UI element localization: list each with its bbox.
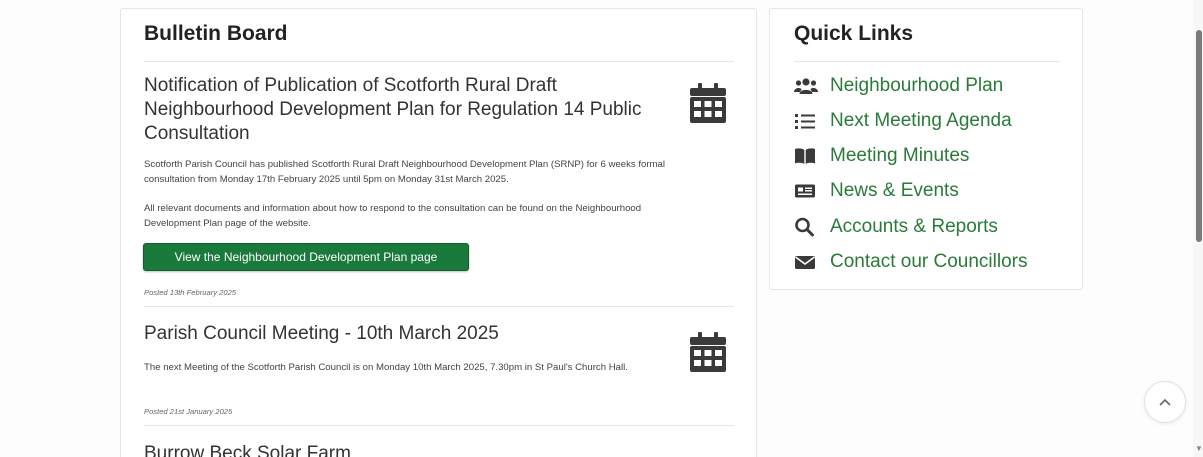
envelope-icon	[794, 251, 820, 273]
quick-links-panel: Quick Links Neighbourhood Plan Next Meet…	[769, 8, 1083, 290]
view-neighbourhood-plan-button[interactable]: View the Neighbourhood Development Plan …	[143, 243, 469, 271]
quick-link-neighbourhood-plan[interactable]: Neighbourhood Plan	[794, 73, 1003, 99]
users-icon	[794, 75, 820, 97]
scrollbar-thumb[interactable]	[1196, 30, 1202, 242]
divider	[144, 425, 734, 426]
post-title[interactable]: Burrow Beck Solar Farm	[144, 442, 684, 457]
quick-links-title: Quick Links	[794, 22, 914, 45]
post-title[interactable]: Notification of Publication of Scotforth…	[144, 74, 684, 146]
bulletin-board-panel: Bulletin Board Notification of Publicati…	[120, 8, 757, 457]
calendar-icon	[690, 83, 726, 123]
posted-date: Posted 13th February 2025	[144, 288, 237, 297]
post-title[interactable]: Parish Council Meeting - 10th March 2025	[144, 322, 684, 346]
quick-link-label: Accounts & Reports	[830, 216, 998, 237]
page: Bulletin Board Notification of Publicati…	[0, 0, 1203, 457]
divider	[794, 61, 1060, 62]
chevron-up-icon	[1159, 398, 1171, 406]
scroll-down-arrow-icon[interactable]: ▼	[1195, 445, 1203, 453]
quick-link-label: Meeting Minutes	[830, 145, 970, 166]
post-paragraph: Scotforth Parish Council has published S…	[144, 159, 665, 185]
divider	[144, 306, 734, 307]
newspaper-icon	[794, 180, 820, 202]
quick-link-label: Contact our Councillors	[830, 251, 1028, 272]
list-icon	[794, 110, 820, 132]
quick-link-meeting-minutes[interactable]: Meeting Minutes	[794, 143, 969, 169]
quick-link-news-events[interactable]: News & Events	[794, 178, 959, 204]
bulletin-board-title: Bulletin Board	[144, 22, 288, 45]
book-icon	[794, 145, 820, 167]
post-paragraph: All relevant documents and information a…	[144, 203, 642, 229]
calendar-icon	[690, 332, 726, 372]
quick-link-label: Next Meeting Agenda	[830, 110, 1012, 131]
back-to-top-button[interactable]	[1144, 381, 1186, 423]
search-icon	[794, 216, 820, 238]
quick-link-next-meeting-agenda[interactable]: Next Meeting Agenda	[794, 108, 1012, 134]
post-paragraph: The next Meeting of the Scotforth Parish…	[144, 362, 628, 373]
divider	[144, 61, 734, 62]
posted-date: Posted 21st January 2025	[144, 407, 233, 416]
quick-link-contact-councillors[interactable]: Contact our Councillors	[794, 249, 1027, 275]
quick-link-label: Neighbourhood Plan	[830, 75, 1004, 96]
quick-link-accounts-reports[interactable]: Accounts & Reports	[794, 214, 998, 240]
quick-link-label: News & Events	[830, 180, 959, 201]
